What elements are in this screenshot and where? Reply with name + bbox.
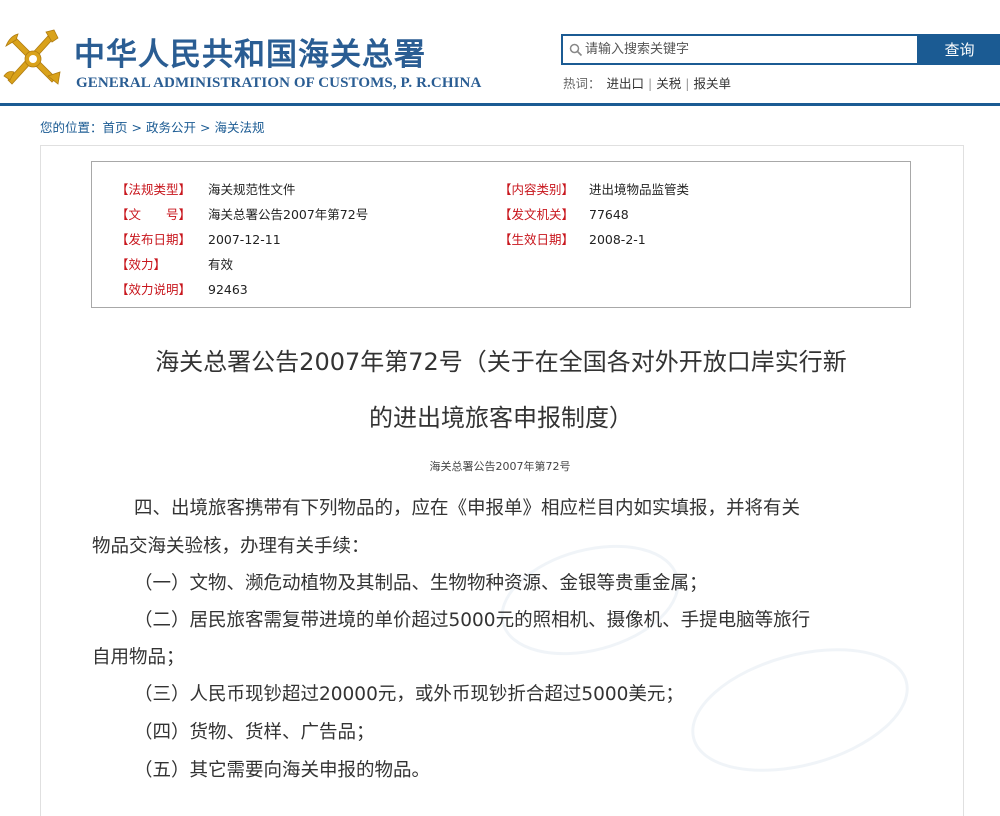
breadcrumb-prefix: 您的位置：	[40, 120, 103, 135]
meta-effective-date: 【生效日期】 2008-2-1	[499, 229, 646, 248]
breadcrumb: 您的位置：首页 > 政务公开 > 海关法规	[40, 117, 265, 136]
meta-value: 海关规范性文件	[208, 182, 296, 197]
meta-value: 2008-2-1	[589, 232, 646, 247]
divider: |	[648, 76, 653, 91]
search-button[interactable]: 查询	[919, 34, 1000, 65]
meta-value: 有效	[208, 257, 234, 272]
meta-label: 【内容类别】	[499, 182, 575, 197]
hotwords-label: 热词：	[563, 76, 601, 91]
breadcrumb-home[interactable]: 首页	[103, 120, 128, 135]
article-title-line: 海关总署公告2007年第72号（关于在全国各对外开放口岸实行新	[155, 348, 847, 376]
list-item: （四）货物、货样、广告品；	[134, 722, 375, 743]
paragraph-line: 物品交海关验核，办理有关手续：	[92, 536, 370, 557]
breadcrumb-separator: >	[131, 120, 143, 135]
article-title-line: 的进出境旅客申报制度）	[369, 404, 633, 432]
meta-label: 【发布日期】	[116, 232, 192, 247]
site-title-cn[interactable]: 中华人民共和国海关总署	[74, 29, 426, 74]
meta-label: 【法规类型】	[116, 182, 192, 197]
breadcrumb-customs-law[interactable]: 海关法规	[215, 120, 265, 135]
list-item: （二）居民旅客需复带进境的单价超过5000元的照相机、摄像机、手提电脑等旅行	[134, 610, 811, 631]
meta-category: 【内容类别】 进出境物品监管类	[499, 179, 689, 198]
hotword-link[interactable]: 关税	[656, 76, 681, 91]
meta-value: 2007-12-11	[208, 232, 281, 247]
search-icon	[569, 43, 583, 57]
meta-value: 92463	[208, 282, 248, 297]
breadcrumb-separator: >	[200, 120, 211, 135]
meta-issue-date: 【发布日期】 2007-12-11	[116, 229, 281, 248]
hotword-link[interactable]: 报关单	[693, 76, 731, 91]
divider: |	[685, 76, 690, 91]
meta-value: 海关总署公告2007年第72号	[208, 207, 369, 222]
meta-validity-note: 【效力说明】 92463	[116, 279, 248, 298]
list-item: （三）人民币现钞超过20000元，或外币现钞折合超过5000美元；	[134, 684, 684, 705]
hotwords: 热词： 进出口 | 关税 | 报关单	[563, 73, 731, 92]
article-title: 海关总署公告2007年第72号（关于在全国各对外开放口岸实行新 的进出境旅客申报…	[92, 334, 910, 446]
paragraph-line: 四、出境旅客携带有下列物品的，应在《申报单》相应栏目内如实填报，并将有关	[134, 498, 801, 519]
list-item-continuation: 自用物品；	[92, 647, 185, 668]
site-header: 中华人民共和国海关总署 GENERAL ADMINISTRATION OF CU…	[0, 0, 1000, 106]
hotword-link[interactable]: 进出口	[607, 76, 645, 91]
meta-validity: 【效力】 有效	[116, 254, 233, 273]
meta-label: 【文 号】	[116, 207, 192, 222]
list-item: （五）其它需要向海关申报的物品。	[134, 760, 431, 781]
meta-label: 【效力】	[116, 257, 167, 272]
regulation-info-box: 【法规类型】 海关规范性文件 【文 号】 海关总署公告2007年第72号 【发布日期…	[91, 161, 911, 308]
site-title-en[interactable]: GENERAL ADMINISTRATION OF CUSTOMS, P. R.…	[76, 75, 481, 92]
search-input[interactable]	[585, 38, 905, 61]
article-subtitle: 海关总署公告2007年第72号	[429, 460, 571, 473]
customs-emblem-icon[interactable]	[2, 26, 64, 88]
list-item: （一）文物、濒危动植物及其制品、生物物种资源、金银等贵重金属；	[134, 573, 708, 594]
meta-label: 【生效日期】	[499, 232, 575, 247]
meta-doc-no: 【文 号】 海关总署公告2007年第72号	[116, 204, 368, 223]
search-box	[561, 34, 919, 65]
meta-label: 【发文机关】	[499, 207, 575, 222]
meta-law-type: 【法规类型】 海关规范性文件	[116, 179, 296, 198]
meta-label: 【效力说明】	[116, 282, 192, 297]
meta-issuer: 【发文机关】 77648	[499, 204, 629, 223]
meta-value: 77648	[589, 207, 629, 222]
meta-value: 进出境物品监管类	[589, 182, 690, 197]
breadcrumb-gov-affairs[interactable]: 政务公开	[146, 120, 196, 135]
